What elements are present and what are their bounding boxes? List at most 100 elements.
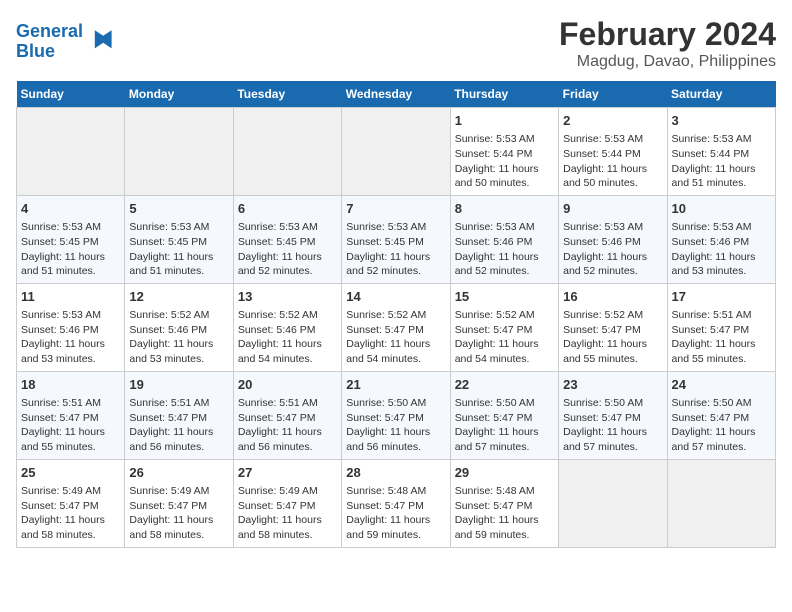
day-detail: Sunset: 5:47 PM <box>346 411 445 426</box>
col-header-tuesday: Tuesday <box>233 81 341 108</box>
day-detail: Sunrise: 5:53 AM <box>563 220 662 235</box>
day-detail: Sunrise: 5:48 AM <box>455 484 554 499</box>
logo: GeneralBlue <box>16 22 113 62</box>
day-detail: Sunrise: 5:51 AM <box>672 308 771 323</box>
day-detail: Daylight: 11 hours and 53 minutes. <box>672 250 771 279</box>
day-detail: Sunrise: 5:49 AM <box>21 484 120 499</box>
calendar-cell <box>233 108 341 196</box>
day-detail: Sunrise: 5:49 AM <box>129 484 228 499</box>
day-number: 24 <box>672 376 771 394</box>
day-detail: Sunrise: 5:53 AM <box>563 132 662 147</box>
calendar-week-row: 4Sunrise: 5:53 AMSunset: 5:45 PMDaylight… <box>17 195 776 283</box>
day-detail: Daylight: 11 hours and 51 minutes. <box>672 162 771 191</box>
day-number: 19 <box>129 376 228 394</box>
day-detail: Daylight: 11 hours and 55 minutes. <box>21 425 120 454</box>
day-detail: Sunrise: 5:52 AM <box>238 308 337 323</box>
day-detail: Daylight: 11 hours and 57 minutes. <box>672 425 771 454</box>
day-number: 27 <box>238 464 337 482</box>
day-detail: Sunset: 5:46 PM <box>455 235 554 250</box>
day-number: 5 <box>129 200 228 218</box>
day-detail: Daylight: 11 hours and 56 minutes. <box>346 425 445 454</box>
day-detail: Sunset: 5:47 PM <box>563 411 662 426</box>
day-detail: Sunrise: 5:52 AM <box>129 308 228 323</box>
calendar-cell: 25Sunrise: 5:49 AMSunset: 5:47 PMDayligh… <box>17 459 125 547</box>
calendar-cell: 26Sunrise: 5:49 AMSunset: 5:47 PMDayligh… <box>125 459 233 547</box>
day-number: 16 <box>563 288 662 306</box>
page-title: February 2024 <box>559 16 776 53</box>
calendar-cell: 7Sunrise: 5:53 AMSunset: 5:45 PMDaylight… <box>342 195 450 283</box>
calendar-week-row: 1Sunrise: 5:53 AMSunset: 5:44 PMDaylight… <box>17 108 776 196</box>
day-detail: Daylight: 11 hours and 56 minutes. <box>238 425 337 454</box>
day-number: 17 <box>672 288 771 306</box>
day-detail: Daylight: 11 hours and 52 minutes. <box>346 250 445 279</box>
day-detail: Daylight: 11 hours and 52 minutes. <box>238 250 337 279</box>
day-detail: Sunrise: 5:48 AM <box>346 484 445 499</box>
day-detail: Daylight: 11 hours and 54 minutes. <box>455 337 554 366</box>
day-detail: Sunset: 5:46 PM <box>129 323 228 338</box>
day-number: 22 <box>455 376 554 394</box>
day-detail: Sunrise: 5:53 AM <box>129 220 228 235</box>
day-detail: Daylight: 11 hours and 54 minutes. <box>238 337 337 366</box>
day-number: 3 <box>672 112 771 130</box>
day-detail: Sunrise: 5:51 AM <box>238 396 337 411</box>
day-detail: Sunset: 5:47 PM <box>455 499 554 514</box>
calendar-cell: 1Sunrise: 5:53 AMSunset: 5:44 PMDaylight… <box>450 108 558 196</box>
day-number: 2 <box>563 112 662 130</box>
day-detail: Sunrise: 5:51 AM <box>129 396 228 411</box>
day-detail: Daylight: 11 hours and 56 minutes. <box>129 425 228 454</box>
calendar-cell: 12Sunrise: 5:52 AMSunset: 5:46 PMDayligh… <box>125 283 233 371</box>
day-detail: Sunrise: 5:53 AM <box>238 220 337 235</box>
day-detail: Daylight: 11 hours and 58 minutes. <box>238 513 337 542</box>
day-detail: Sunset: 5:47 PM <box>672 411 771 426</box>
calendar-header-row: SundayMondayTuesdayWednesdayThursdayFrid… <box>17 81 776 108</box>
day-number: 21 <box>346 376 445 394</box>
day-detail: Sunset: 5:47 PM <box>346 323 445 338</box>
day-detail: Daylight: 11 hours and 50 minutes. <box>563 162 662 191</box>
day-number: 12 <box>129 288 228 306</box>
day-detail: Sunset: 5:46 PM <box>238 323 337 338</box>
day-number: 15 <box>455 288 554 306</box>
day-detail: Daylight: 11 hours and 59 minutes. <box>346 513 445 542</box>
calendar-cell: 6Sunrise: 5:53 AMSunset: 5:45 PMDaylight… <box>233 195 341 283</box>
day-detail: Sunrise: 5:53 AM <box>672 220 771 235</box>
col-header-thursday: Thursday <box>450 81 558 108</box>
day-detail: Sunset: 5:45 PM <box>129 235 228 250</box>
day-detail: Sunrise: 5:49 AM <box>238 484 337 499</box>
day-detail: Sunrise: 5:53 AM <box>672 132 771 147</box>
calendar-cell: 20Sunrise: 5:51 AMSunset: 5:47 PMDayligh… <box>233 371 341 459</box>
day-detail: Sunset: 5:47 PM <box>455 323 554 338</box>
page-subtitle: Magdug, Davao, Philippines <box>559 53 776 71</box>
day-detail: Daylight: 11 hours and 51 minutes. <box>21 250 120 279</box>
calendar-week-row: 18Sunrise: 5:51 AMSunset: 5:47 PMDayligh… <box>17 371 776 459</box>
day-detail: Daylight: 11 hours and 54 minutes. <box>346 337 445 366</box>
day-detail: Daylight: 11 hours and 57 minutes. <box>563 425 662 454</box>
day-detail: Sunrise: 5:50 AM <box>672 396 771 411</box>
day-detail: Sunrise: 5:50 AM <box>563 396 662 411</box>
day-number: 26 <box>129 464 228 482</box>
day-number: 23 <box>563 376 662 394</box>
day-number: 7 <box>346 200 445 218</box>
calendar-cell <box>559 459 667 547</box>
day-number: 25 <box>21 464 120 482</box>
day-detail: Daylight: 11 hours and 55 minutes. <box>563 337 662 366</box>
day-detail: Sunrise: 5:53 AM <box>455 132 554 147</box>
day-detail: Daylight: 11 hours and 58 minutes. <box>129 513 228 542</box>
day-detail: Sunset: 5:46 PM <box>672 235 771 250</box>
calendar-cell: 17Sunrise: 5:51 AMSunset: 5:47 PMDayligh… <box>667 283 775 371</box>
calendar-cell <box>667 459 775 547</box>
calendar-cell: 10 Sunrise: 5:53 AMSunset: 5:46 PMDayligh… <box>667 195 775 283</box>
day-detail: Sunset: 5:47 PM <box>21 411 120 426</box>
day-detail: Sunrise: 5:53 AM <box>346 220 445 235</box>
day-detail: Sunset: 5:44 PM <box>455 147 554 162</box>
calendar-cell: 18Sunrise: 5:51 AMSunset: 5:47 PMDayligh… <box>17 371 125 459</box>
day-number: 10 <box>672 200 771 218</box>
calendar-cell: 27Sunrise: 5:49 AMSunset: 5:47 PMDayligh… <box>233 459 341 547</box>
day-detail: Sunrise: 5:50 AM <box>346 396 445 411</box>
day-detail: Daylight: 11 hours and 58 minutes. <box>21 513 120 542</box>
col-header-friday: Friday <box>559 81 667 108</box>
day-detail: Sunrise: 5:50 AM <box>455 396 554 411</box>
day-detail: Daylight: 11 hours and 55 minutes. <box>672 337 771 366</box>
calendar-cell: 5Sunrise: 5:53 AMSunset: 5:45 PMDaylight… <box>125 195 233 283</box>
day-detail: Sunrise: 5:53 AM <box>21 308 120 323</box>
day-number: 20 <box>238 376 337 394</box>
